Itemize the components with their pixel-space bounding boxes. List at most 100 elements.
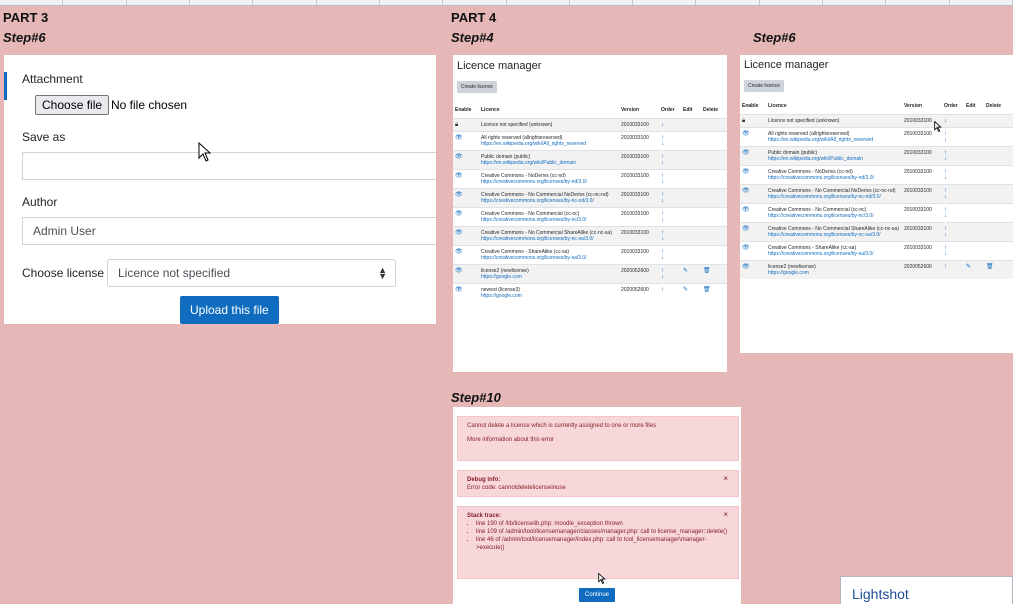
delete-trash-icon[interactable]: 🗑︎ xyxy=(986,264,994,270)
move-up-icon[interactable]: ↑ xyxy=(944,264,962,270)
licence-url-link[interactable]: https://creativecommons.org/licenses/by-… xyxy=(481,236,617,242)
move-down-icon[interactable]: ↓ xyxy=(944,251,962,257)
save-as-input[interactable] xyxy=(22,152,436,180)
licence-url-link[interactable]: https://creativecommons.org/licenses/by-… xyxy=(481,255,617,261)
licence-url-link[interactable]: https://google.com xyxy=(481,274,617,280)
move-down-icon[interactable]: ↓ xyxy=(944,194,962,200)
eye-icon[interactable]: 👁︎ xyxy=(455,135,463,141)
licence-version: 2010033100 xyxy=(619,118,659,132)
eye-icon[interactable]: 👁︎ xyxy=(742,131,750,137)
licence-url-link[interactable]: https://en.wikipedia.org/wiki/All_rights… xyxy=(768,137,900,143)
licence-row: 👁︎ All rights reserved (allrightsreserved… xyxy=(453,131,727,151)
licence-url-link[interactable]: https://creativecommons.org/licenses/by-… xyxy=(768,175,900,181)
eye-icon[interactable]: 👁︎ xyxy=(455,287,463,293)
eye-icon[interactable]: 👁︎ xyxy=(455,192,463,198)
eye-icon[interactable]: 👁︎ xyxy=(742,245,750,251)
move-down-icon[interactable]: ↓ xyxy=(661,122,679,128)
edit-pencil-icon[interactable]: ✎ xyxy=(683,287,688,293)
delete-trash-icon[interactable]: 🗑︎ xyxy=(703,268,711,274)
move-down-icon[interactable]: ↓ xyxy=(661,217,679,223)
licence-row: 👁︎ Creative Commons - No Commercial (cc-n… xyxy=(740,203,1013,223)
edit-pencil-icon[interactable]: ✎ xyxy=(683,268,688,274)
col-licence: Licence xyxy=(766,98,902,115)
move-down-icon[interactable]: ↓ xyxy=(661,274,679,280)
licence-name: Licence not specified (unknown) xyxy=(768,118,840,124)
licence-row: 👁︎ Creative Commons - NoDerivs (cc-nd) htt… xyxy=(453,169,727,189)
licence-row: 👁︎ Creative Commons - ShareAlike (cc-sa) h… xyxy=(740,241,1013,261)
continue-button[interactable]: Continue xyxy=(579,588,616,602)
move-down-icon[interactable]: ↓ xyxy=(661,255,679,261)
stack-trace-title: Stack trace: xyxy=(467,513,502,519)
error-page-panel: Cannot delete a licence which is current… xyxy=(453,407,741,604)
licence-url-link[interactable]: https://en.wikipedia.org/wiki/Public_dom… xyxy=(768,156,900,162)
move-down-icon[interactable]: ↓ xyxy=(944,137,962,143)
licence-url-link[interactable]: https://creativecommons.org/licenses/by-… xyxy=(481,217,617,223)
licence-version: 2010033100 xyxy=(619,245,659,265)
eye-icon[interactable]: 👁︎ xyxy=(455,230,463,236)
eye-icon[interactable]: 👁︎ xyxy=(742,226,750,232)
licence-version: 2020052600 xyxy=(619,264,659,284)
licence-row: 👁︎ license2 (newlicense) https://google.co… xyxy=(740,260,1013,279)
choose-file-button[interactable]: Choose file xyxy=(35,95,110,115)
eye-icon[interactable]: 👁︎ xyxy=(742,169,750,175)
lightshot-popup[interactable]: Lightshot xyxy=(840,576,1013,604)
eye-icon[interactable]: 👁︎ xyxy=(455,268,463,274)
spreadsheet-column-header xyxy=(0,0,1013,6)
close-icon[interactable]: × xyxy=(723,511,728,519)
licence-row: 👁︎ Creative Commons - No Commercial Share… xyxy=(453,226,727,246)
move-up-icon[interactable]: ↑ xyxy=(661,287,679,293)
eye-icon[interactable]: 👁︎ xyxy=(455,249,463,255)
create-licence-button[interactable]: Create licence xyxy=(744,80,784,92)
licence-manager-heading: Licence manager xyxy=(457,60,542,72)
licence-url-link[interactable]: https://creativecommons.org/licenses/by-… xyxy=(768,213,900,219)
move-down-icon[interactable]: ↓ xyxy=(944,175,962,181)
close-icon[interactable]: × xyxy=(723,475,728,483)
stack-trace-line: line 190 of /lib/licenselib.php: moodle_… xyxy=(476,520,729,528)
choose-license-label: Choose license xyxy=(22,266,105,280)
author-label: Author xyxy=(22,195,58,209)
eye-icon[interactable]: 👁︎ xyxy=(742,264,750,270)
move-down-icon[interactable]: ↓ xyxy=(661,160,679,166)
eye-icon[interactable]: 👁︎ xyxy=(455,211,463,217)
upload-file-button[interactable]: Upload this file xyxy=(180,296,279,324)
licence-row: 👁︎ Public domain (public) https://en.wikip… xyxy=(453,150,727,170)
move-down-icon[interactable]: ↓ xyxy=(944,232,962,238)
move-down-icon[interactable]: ↓ xyxy=(944,213,962,219)
licence-version: 2010033100 xyxy=(902,184,942,204)
licence-url-link[interactable]: https://creativecommons.org/licenses/by-… xyxy=(481,179,617,185)
create-licence-button[interactable]: Create licence xyxy=(457,81,497,93)
licence-version: 2010033100 xyxy=(619,150,659,170)
move-down-icon[interactable]: ↓ xyxy=(661,179,679,185)
col-edit: Edit xyxy=(964,98,984,115)
delete-trash-icon[interactable]: 🗑︎ xyxy=(703,287,711,293)
eye-icon[interactable]: 👁︎ xyxy=(455,154,463,160)
col-version: Version xyxy=(902,98,942,115)
licence-url-link[interactable]: https://creativecommons.org/licenses/by-… xyxy=(768,194,900,200)
license-select[interactable]: Licence not specified ▲ ▼ xyxy=(107,259,396,287)
edit-pencil-icon[interactable]: ✎ xyxy=(966,264,971,270)
move-down-icon[interactable]: ↓ xyxy=(661,236,679,242)
col-order: Order xyxy=(942,98,964,115)
eye-icon[interactable]: 👁︎ xyxy=(742,188,750,194)
move-down-icon[interactable]: ↓ xyxy=(661,141,679,147)
license-select-value: Licence not specified xyxy=(118,266,231,280)
licence-url-link[interactable]: https://google.com xyxy=(768,270,900,276)
col-enable: Enable xyxy=(453,102,479,119)
licence-url-link[interactable]: https://en.wikipedia.org/wiki/All_rights… xyxy=(481,141,617,147)
licence-url-link[interactable]: https://en.wikipedia.org/wiki/Public_dom… xyxy=(481,160,617,166)
eye-icon[interactable]: 👁︎ xyxy=(742,150,750,156)
licence-url-link[interactable]: https://creativecommons.org/licenses/by-… xyxy=(768,251,900,257)
author-input[interactable]: Admin User xyxy=(22,217,436,245)
more-info-link[interactable]: More information about this error xyxy=(467,436,729,444)
move-down-icon[interactable]: ↓ xyxy=(944,156,962,162)
save-as-label: Save as xyxy=(22,130,66,144)
move-down-icon[interactable]: ↓ xyxy=(661,198,679,204)
lock-icon: 🔒︎ xyxy=(455,122,459,128)
eye-icon[interactable]: 👁︎ xyxy=(455,173,463,179)
eye-icon[interactable]: 👁︎ xyxy=(742,207,750,213)
move-down-icon[interactable]: ↓ xyxy=(944,118,962,124)
licence-url-link[interactable]: https://creativecommons.org/licenses/by-… xyxy=(768,232,900,238)
licence-row: 👁︎ Public domain (public) https://en.wikip… xyxy=(740,146,1013,166)
licence-url-link[interactable]: https://creativecommons.org/licenses/by-… xyxy=(481,198,617,204)
licence-url-link[interactable]: https://google.com xyxy=(481,293,617,299)
